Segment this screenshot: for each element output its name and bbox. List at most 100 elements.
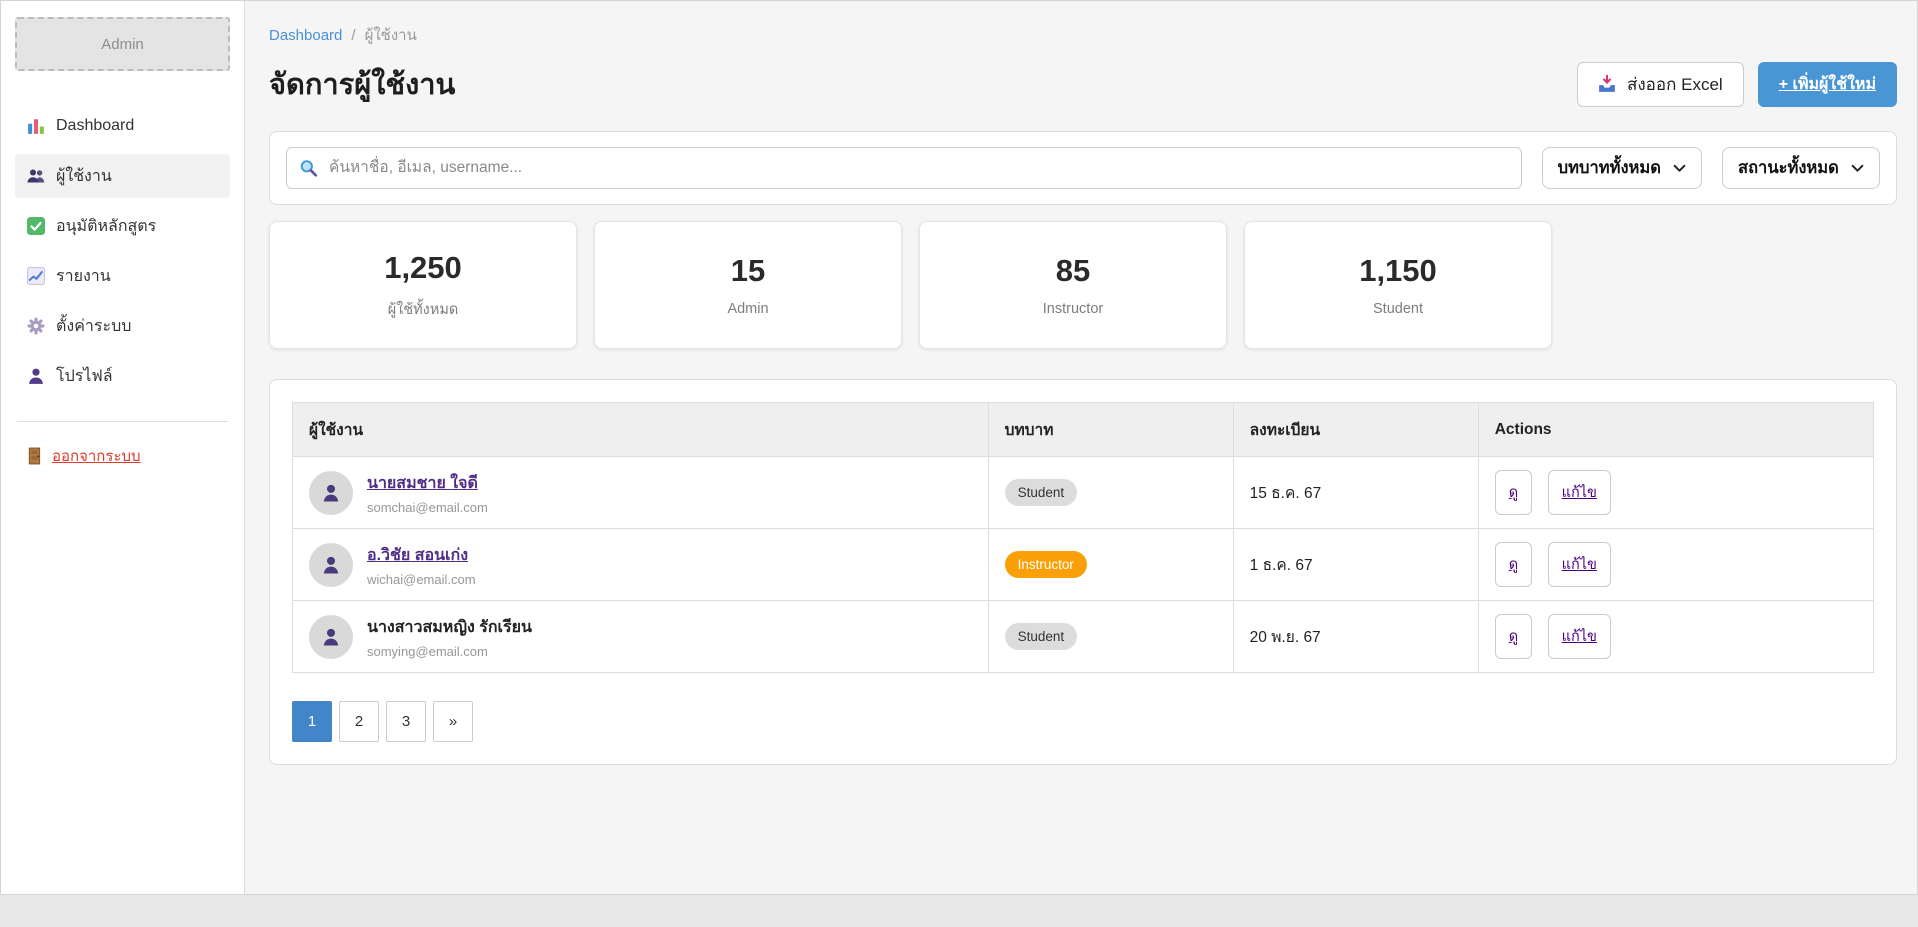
chevron-down-icon [1673, 164, 1686, 173]
table-header-row: ผู้ใช้งาน บทบาท ลงทะเบียน Actions [293, 403, 1874, 457]
sidebar-nav: Dashboard ผู้ใช้งาน [15, 101, 230, 401]
user-email: somchai@email.com [367, 500, 488, 515]
stat-value: 1,250 [384, 250, 462, 286]
edit-button[interactable]: แก้ไข [1548, 614, 1611, 659]
registered-date: 1 ธ.ค. 67 [1250, 557, 1313, 574]
sidebar-divider [17, 421, 228, 422]
sidebar-item-reports[interactable]: รายงาน [15, 254, 230, 298]
column-header-actions: Actions [1478, 403, 1873, 457]
logout-link[interactable]: ออกจากระบบ [27, 444, 218, 468]
stat-label: Instructor [1043, 301, 1103, 317]
add-user-button[interactable]: + เพิ่มผู้ใช้ใหม่ [1758, 62, 1897, 107]
person-silhouette-icon [320, 626, 342, 648]
sidebar-item-course-approval[interactable]: อนุมัติหลักสูตร [15, 204, 230, 248]
sidebar-item-settings[interactable]: ตั้งค่าระบบ [15, 304, 230, 348]
filter-toolbar: บทบาททั้งหมด สถานะทั้งหมด [269, 131, 1897, 205]
view-button[interactable]: ดู [1495, 470, 1532, 515]
check-square-icon [27, 217, 45, 235]
sidebar-item-label: ตั้งค่าระบบ [56, 314, 131, 339]
search-icon [299, 159, 318, 178]
gear-icon [27, 317, 45, 335]
avatar [309, 543, 353, 587]
sidebar-item-label: โปรไฟล์ [56, 364, 113, 389]
user-identity: อ.วิชัย สอนเก่ง wichai@email.com [367, 543, 476, 587]
door-icon [27, 447, 43, 465]
pagination-page-button[interactable]: 1 [292, 701, 332, 742]
stat-label: Student [1373, 301, 1423, 317]
breadcrumb-separator: / [351, 27, 355, 44]
breadcrumb: Dashboard / ผู้ใช้งาน [269, 23, 1897, 47]
status-filter-value: สถานะทั้งหมด [1738, 155, 1839, 181]
bar-chart-icon [27, 117, 45, 135]
pagination-page-button[interactable]: 2 [339, 701, 379, 742]
person-icon [27, 367, 45, 385]
table-row: นายสมชาย ใจดี somchai@email.com Student … [293, 457, 1874, 529]
user-name-link[interactable]: อ.วิชัย สอนเก่ง [367, 543, 476, 568]
registered-date: 15 ธ.ค. 67 [1250, 485, 1322, 502]
sidebar-item-users[interactable]: ผู้ใช้งาน [15, 154, 230, 198]
view-button[interactable]: ดู [1495, 614, 1532, 659]
sidebar-item-label: Dashboard [56, 117, 134, 135]
role-filter-value: บทบาททั้งหมด [1558, 155, 1661, 181]
user-name: นางสาวสมหญิง รักเรียน [367, 615, 532, 640]
users-table-card: ผู้ใช้งาน บทบาท ลงทะเบียน Actions [269, 379, 1897, 765]
avatar [309, 471, 353, 515]
role-badge: Instructor [1005, 551, 1087, 578]
stat-value: 85 [1056, 253, 1090, 289]
main-content: Dashboard / ผู้ใช้งาน จัดการผู้ใช้งาน ส่… [245, 1, 1917, 894]
edit-button[interactable]: แก้ไข [1548, 470, 1611, 515]
user-email: wichai@email.com [367, 572, 476, 587]
admin-brand-box: Admin [15, 17, 230, 71]
sidebar-item-label: ผู้ใช้งาน [56, 164, 112, 189]
pagination: 1 2 3 » [292, 701, 1874, 742]
sidebar-item-profile[interactable]: โปรไฟล์ [15, 354, 230, 398]
pagination-next-button[interactable]: » [433, 701, 473, 742]
page-header: จัดการผู้ใช้งาน ส่งออก Excel + เพิ่มผู้ใ… [269, 61, 1897, 107]
users-icon [27, 167, 45, 185]
header-actions: ส่งออก Excel + เพิ่มผู้ใช้ใหม่ [1577, 62, 1897, 107]
sidebar-item-label: รายงาน [56, 264, 111, 289]
column-header-registered: ลงทะเบียน [1233, 403, 1478, 457]
person-silhouette-icon [320, 554, 342, 576]
pagination-page-button[interactable]: 3 [386, 701, 426, 742]
role-filter-select[interactable]: บทบาททั้งหมด [1542, 147, 1702, 189]
stat-value: 1,150 [1359, 253, 1437, 289]
user-cell: นายสมชาย ใจดี somchai@email.com [309, 471, 972, 515]
sidebar-item-dashboard[interactable]: Dashboard [15, 104, 230, 148]
user-identity: นางสาวสมหญิง รักเรียน somying@email.com [367, 615, 532, 659]
search-input[interactable] [286, 147, 1522, 189]
stat-label: Admin [727, 301, 768, 317]
admin-brand-label: Admin [101, 36, 144, 53]
chevron-down-icon [1851, 164, 1864, 173]
column-header-user: ผู้ใช้งาน [293, 403, 989, 457]
download-tray-icon [1598, 75, 1616, 93]
export-excel-label: ส่งออก Excel [1627, 71, 1723, 98]
stat-card-admin: 15 Admin [594, 221, 902, 349]
user-cell: อ.วิชัย สอนเก่ง wichai@email.com [309, 543, 972, 587]
breadcrumb-dashboard-link[interactable]: Dashboard [269, 27, 342, 44]
column-header-role: บทบาท [988, 403, 1233, 457]
stat-card-total-users: 1,250 ผู้ใช้ทั้งหมด [269, 221, 577, 349]
app-window: Admin Dashboard [0, 0, 1918, 895]
stats-row: 1,250 ผู้ใช้ทั้งหมด 15 Admin 85 Instruct… [269, 221, 1897, 349]
user-name-link[interactable]: นายสมชาย ใจดี [367, 471, 488, 496]
page-title: จัดการผู้ใช้งาน [269, 61, 455, 107]
search-field-wrapper [286, 147, 1522, 189]
edit-button[interactable]: แก้ไข [1548, 542, 1611, 587]
stat-value: 15 [731, 253, 765, 289]
role-badge: Student [1005, 623, 1078, 650]
status-filter-select[interactable]: สถานะทั้งหมด [1722, 147, 1880, 189]
export-excel-button[interactable]: ส่งออก Excel [1577, 62, 1744, 107]
logout-label: ออกจากระบบ [52, 444, 141, 468]
role-badge: Student [1005, 479, 1078, 506]
registered-date: 20 พ.ย. 67 [1250, 629, 1321, 646]
chart-up-icon [27, 267, 45, 285]
user-identity: นายสมชาย ใจดี somchai@email.com [367, 471, 488, 515]
person-silhouette-icon [320, 482, 342, 504]
user-cell: นางสาวสมหญิง รักเรียน somying@email.com [309, 615, 972, 659]
table-row: อ.วิชัย สอนเก่ง wichai@email.com Instruc… [293, 529, 1874, 601]
avatar [309, 615, 353, 659]
view-button[interactable]: ดู [1495, 542, 1532, 587]
users-table: ผู้ใช้งาน บทบาท ลงทะเบียน Actions [292, 402, 1874, 673]
sidebar-item-label: อนุมัติหลักสูตร [56, 214, 156, 239]
